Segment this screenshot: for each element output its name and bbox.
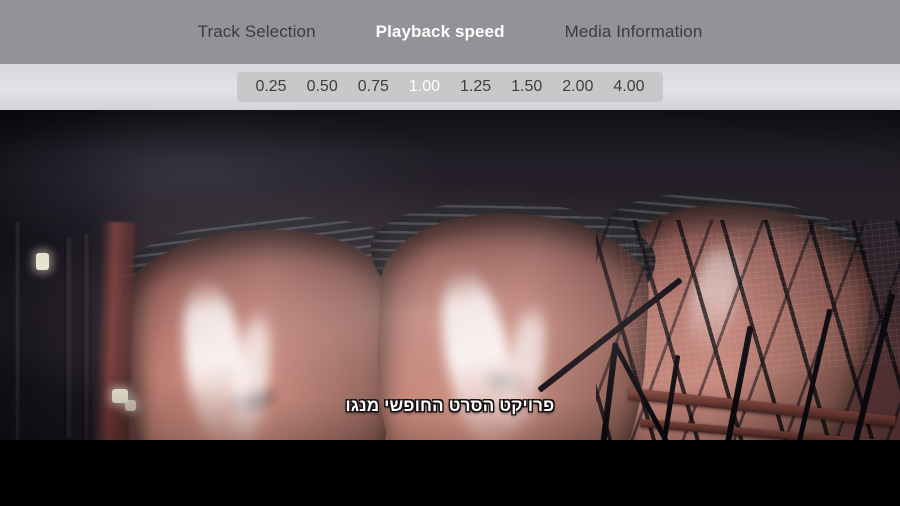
speed-option-0-50[interactable]: 0.50	[297, 78, 348, 96]
speed-option-4-00[interactable]: 4.00	[603, 78, 654, 96]
video-player-screen: פרויקט הסרט החופשי מנגו Track Selection …	[0, 0, 900, 506]
speed-option-0-75[interactable]: 0.75	[348, 78, 399, 96]
speed-label: 1.50	[511, 78, 543, 95]
speed-label: 0.75	[357, 78, 389, 95]
speed-label: 1.25	[460, 78, 492, 95]
tab-label: Media Information	[564, 22, 703, 41]
atmospheric-haze	[0, 110, 900, 440]
tab-media-information[interactable]: Media Information	[563, 18, 705, 46]
speed-option-2-00[interactable]: 2.00	[552, 78, 603, 96]
tab-label: Playback speed	[375, 22, 505, 41]
speed-option-1-50[interactable]: 1.50	[501, 78, 552, 96]
speed-option-1-00[interactable]: 1.00	[399, 78, 450, 96]
playback-speed-selector[interactable]: 0.25 0.50 0.75 1.00 1.25 1.50 2.00 4.00	[237, 72, 663, 102]
letterbox-bar	[0, 440, 900, 506]
tab-label: Track Selection	[197, 22, 316, 41]
speed-label: 2.00	[562, 78, 594, 95]
speed-option-0-25[interactable]: 0.25	[245, 78, 296, 96]
player-menu-bar: Track Selection Playback speed Media Inf…	[0, 0, 900, 64]
speed-label: 1.00	[408, 78, 440, 95]
tab-playback-speed[interactable]: Playback speed	[374, 18, 507, 46]
subtitle-text: פרויקט הסרט החופשי מנגו	[345, 396, 555, 415]
speed-label: 4.00	[613, 78, 645, 95]
speed-label: 0.25	[255, 78, 287, 95]
video-frame[interactable]	[0, 110, 900, 440]
playback-speed-bar: 0.25 0.50 0.75 1.00 1.25 1.50 2.00 4.00	[0, 64, 900, 110]
tab-track-selection[interactable]: Track Selection	[196, 18, 318, 46]
speed-label: 0.50	[306, 78, 338, 95]
speed-option-1-25[interactable]: 1.25	[450, 78, 501, 96]
